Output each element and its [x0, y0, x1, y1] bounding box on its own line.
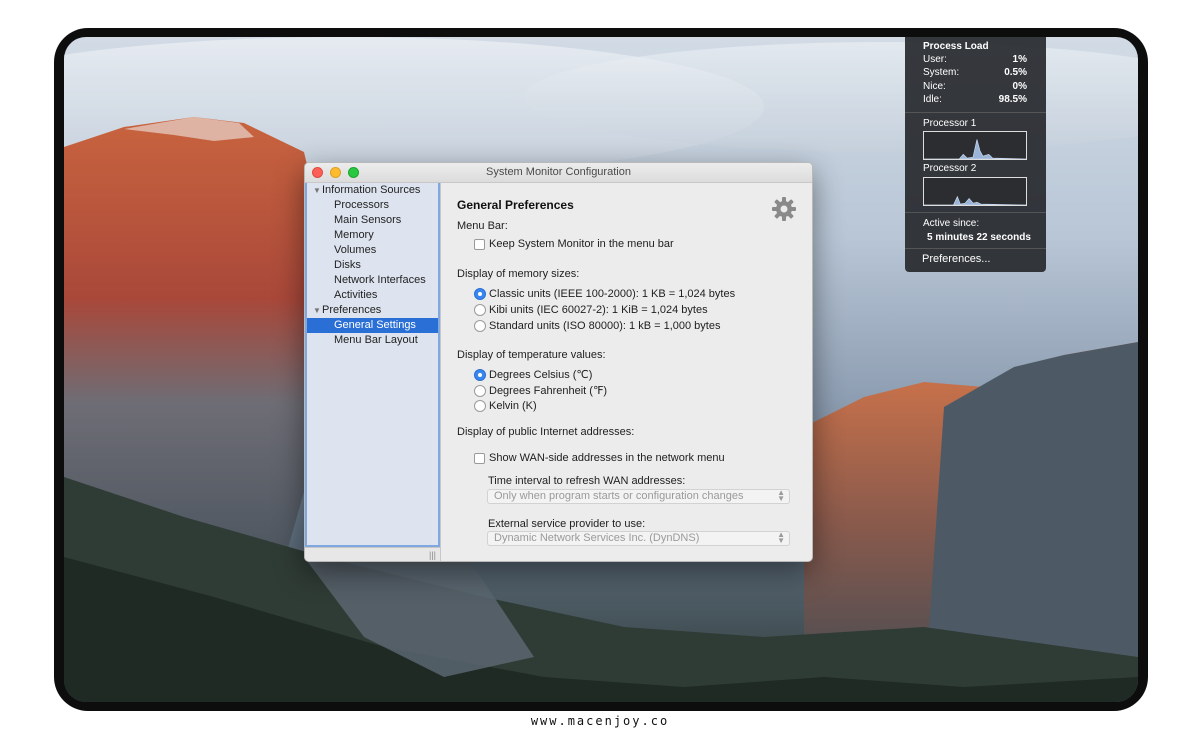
general-preferences-panel: General Preferences Menu Bar: Keep Syste… [440, 183, 812, 561]
sidebar-item-general-settings[interactable]: General Settings [307, 318, 438, 333]
sidebar-group-information-sources[interactable]: ▼Information Sources [307, 183, 438, 198]
kelvin-radio[interactable]: Kelvin (K) [474, 400, 537, 412]
radio-label: Degrees Celsius (℃) [489, 369, 593, 381]
sidebar: ▼Information Sources Processors Main Sen… [305, 183, 440, 547]
process-load-menu: Process Load User: 1% System: 0.5% Nice:… [905, 37, 1046, 272]
public-addresses-heading: Display of public Internet addresses: [457, 426, 635, 438]
stat-row-user: User: 1% [923, 54, 1027, 65]
refresh-interval-select[interactable]: Only when program starts or configuratio… [487, 489, 790, 504]
checkbox-box[interactable] [474, 238, 485, 250]
sidebar-item-menu-bar-layout[interactable]: Menu Bar Layout [307, 333, 438, 348]
sidebar-footer: ||| [305, 547, 440, 561]
sidebar-item-activities[interactable]: Activities [307, 288, 438, 303]
stat-row-nice: Nice: 0% [923, 81, 1027, 92]
radio-button[interactable] [474, 288, 486, 300]
processor-2-graph [923, 177, 1027, 206]
processor-1-label: Processor 1 [923, 118, 977, 129]
menu-bar-heading: Menu Bar: [457, 220, 508, 232]
radio-button[interactable] [474, 368, 486, 381]
menu-separator [905, 212, 1046, 213]
celsius-radio[interactable]: Degrees Celsius (℃) [474, 368, 592, 381]
active-since-label: Active since: [923, 218, 980, 229]
processor-2-label: Processor 2 [923, 163, 977, 174]
stat-value: 98.5% [998, 94, 1027, 105]
stat-row-idle: Idle: 98.5% [923, 94, 1027, 105]
gear-icon [772, 197, 796, 221]
memory-classic-radio[interactable]: Classic units (IEEE 100-2000): 1 KB = 1,… [474, 288, 735, 300]
provider-select[interactable]: Dynamic Network Services Inc. (DynDNS) ▲… [487, 531, 790, 546]
radio-label: Standard units (ISO 80000): 1 kB = 1,000… [489, 320, 721, 332]
checkbox-box[interactable] [474, 452, 485, 464]
disclosure-triangle-icon[interactable]: ▼ [313, 183, 322, 198]
refresh-interval-label: Time interval to refresh WAN addresses: [488, 475, 686, 487]
sidebar-group-label: Information Sources [322, 184, 421, 196]
select-value: Only when program starts or configuratio… [494, 490, 744, 502]
stat-value: 0.5% [1004, 67, 1027, 78]
temperature-heading: Display of temperature values: [457, 349, 606, 361]
checkbox-label: Show WAN-side addresses in the network m… [489, 452, 725, 464]
disclosure-triangle-icon[interactable]: ▼ [313, 303, 322, 318]
provider-label: External service provider to use: [488, 518, 646, 530]
config-window: System Monitor Configuration ▼Informatio… [304, 162, 813, 562]
radio-button[interactable] [474, 384, 486, 397]
sidebar-group-preferences[interactable]: ▼Preferences [307, 303, 438, 318]
stat-label: User: [923, 54, 947, 65]
radio-button[interactable] [474, 400, 486, 412]
sidebar-item-processors[interactable]: Processors [307, 198, 438, 213]
select-value: Dynamic Network Services Inc. (DynDNS) [494, 532, 700, 544]
stat-row-system: System: 0.5% [923, 67, 1027, 78]
fahrenheit-radio[interactable]: Degrees Fahrenheit (℉) [474, 384, 607, 397]
chevron-updown-icon: ▲ ▼ [777, 530, 785, 545]
resize-grip-icon[interactable]: ||| [429, 550, 436, 560]
sidebar-group-label: Preferences [322, 304, 382, 316]
window-title: System Monitor Configuration [486, 166, 631, 178]
menu-separator [905, 112, 1046, 113]
radio-label: Classic units (IEEE 100-2000): 1 KB = 1,… [489, 288, 736, 300]
memory-standard-radio[interactable]: Standard units (ISO 80000): 1 kB = 1,000… [474, 320, 720, 332]
footer-url: www.macenjoy.co [530, 714, 670, 728]
radio-button[interactable] [474, 320, 486, 332]
stat-label: Nice: [923, 81, 946, 92]
menu-separator [905, 248, 1046, 249]
sidebar-item-main-sensors[interactable]: Main Sensors [307, 213, 438, 228]
sidebar-item-network-interfaces[interactable]: Network Interfaces [307, 273, 438, 288]
processor-1-graph [923, 131, 1027, 160]
preferences-menu-item[interactable]: Preferences... [922, 253, 990, 265]
sidebar-item-disks[interactable]: Disks [307, 258, 438, 273]
sidebar-item-volumes[interactable]: Volumes [307, 243, 438, 258]
window-titlebar[interactable]: System Monitor Configuration [305, 163, 812, 183]
checkbox-label: Keep System Monitor in the menu bar [489, 238, 674, 250]
memory-kibi-radio[interactable]: Kibi units (IEC 60027-2): 1 KiB = 1,024 … [474, 304, 708, 316]
radio-label: Degrees Fahrenheit (℉) [489, 385, 608, 397]
stat-value: 1% [1012, 54, 1027, 65]
process-load-title: Process Load [923, 41, 989, 52]
show-wan-checkbox[interactable]: Show WAN-side addresses in the network m… [474, 452, 725, 464]
radio-label: Kibi units (IEC 60027-2): 1 KiB = 1,024 … [489, 304, 708, 316]
radio-button[interactable] [474, 304, 486, 316]
panel-title: General Preferences [457, 198, 574, 212]
stat-label: System: [923, 67, 960, 78]
chevron-updown-icon: ▲ ▼ [777, 488, 785, 503]
stat-label: Idle: [923, 94, 942, 105]
active-since-value: 5 minutes 22 seconds [927, 232, 1031, 243]
keep-in-menu-bar-checkbox[interactable]: Keep System Monitor in the menu bar [474, 238, 674, 250]
sidebar-item-memory[interactable]: Memory [307, 228, 438, 243]
memory-sizes-heading: Display of memory sizes: [457, 268, 580, 280]
stat-value: 0% [1012, 81, 1027, 92]
radio-label: Kelvin (K) [489, 400, 537, 412]
